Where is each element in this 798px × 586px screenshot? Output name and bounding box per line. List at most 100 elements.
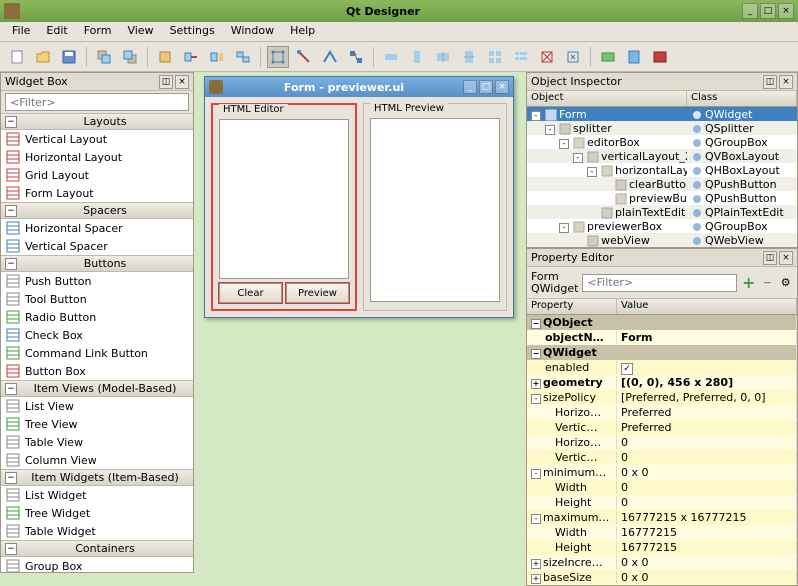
property-value[interactable]: Form [621, 331, 653, 344]
collapse-icon[interactable]: − [5, 116, 17, 128]
edit-tab-order-icon[interactable] [232, 46, 254, 68]
dock-icon[interactable]: ◫ [763, 75, 777, 89]
widget-box-filter[interactable] [5, 93, 189, 111]
widget-group-header[interactable]: −Buttons [1, 255, 193, 272]
property-row[interactable]: Horizo…Preferred [527, 405, 797, 420]
inspector-tree[interactable]: -FormQWidget-splitterQSplitter-editorBox… [527, 107, 797, 247]
widget-item[interactable]: Command Link Button [1, 344, 193, 362]
widget-item[interactable]: Tool Button [1, 290, 193, 308]
property-value[interactable]: 16777215 x 16777215 [621, 511, 746, 524]
resource-icon[interactable] [597, 46, 619, 68]
expand-icon[interactable]: + [531, 379, 541, 389]
web-view[interactable] [370, 118, 500, 302]
break-layout-icon[interactable] [536, 46, 558, 68]
property-value[interactable]: 0 x 0 [621, 556, 649, 569]
collapse-icon[interactable]: − [5, 383, 17, 395]
widget-item[interactable]: Tree Widget [1, 504, 193, 522]
widget-group-header[interactable]: −Item Views (Model-Based) [1, 380, 193, 397]
inspector-row[interactable]: -splitterQSplitter [527, 121, 797, 135]
menu-form[interactable]: Form [76, 22, 120, 41]
new-icon[interactable] [6, 46, 28, 68]
widget-item[interactable]: Horizontal Spacer [1, 219, 193, 237]
property-value[interactable]: [(0, 0), 456 x 280] [621, 376, 733, 389]
property-value[interactable]: Preferred [621, 421, 672, 434]
preview-button[interactable]: Preview [286, 283, 349, 303]
inspector-row[interactable]: plainTextEditQPlainTextEdit [527, 205, 797, 219]
widget-item[interactable]: Form Layout [1, 184, 193, 202]
property-value[interactable]: 16777215 [621, 526, 677, 539]
property-row[interactable]: +baseSize0 x 0 [527, 570, 797, 585]
property-table[interactable]: −QObjectobjectN…Form−QWidgetenabled✓+geo… [527, 315, 797, 585]
inspector-col-object[interactable]: Object [527, 91, 687, 106]
send-back-icon[interactable] [93, 46, 115, 68]
property-row[interactable]: objectN…Form [527, 330, 797, 345]
expand-icon[interactable]: - [531, 469, 541, 479]
widget-item[interactable]: List View [1, 397, 193, 415]
property-row[interactable]: -maximum…16777215 x 16777215 [527, 510, 797, 525]
widget-group-header[interactable]: −Layouts [1, 113, 193, 130]
expand-icon[interactable]: - [587, 167, 597, 177]
layout-v-icon[interactable] [406, 46, 428, 68]
property-row[interactable]: -minimum…0 x 0 [527, 465, 797, 480]
edit-mode-icon[interactable] [267, 46, 289, 68]
widget-group-header[interactable]: −Spacers [1, 202, 193, 219]
collapse-icon[interactable]: − [5, 543, 17, 555]
collapse-icon[interactable]: − [5, 472, 17, 484]
edit-widgets-icon[interactable] [154, 46, 176, 68]
property-row[interactable]: −QWidget [527, 345, 797, 360]
form-titlebar[interactable]: Form - previewer.ui _ □ × [205, 77, 513, 97]
property-row[interactable]: +sizeIncre…0 x 0 [527, 555, 797, 570]
inspector-row[interactable]: previewButtonQPushButton [527, 191, 797, 205]
menu-edit[interactable]: Edit [38, 22, 75, 41]
property-col-name[interactable]: Property [527, 299, 617, 314]
property-value[interactable]: 0 x 0 [621, 466, 649, 479]
layout-grid-icon[interactable] [484, 46, 506, 68]
dock-icon[interactable]: ◫ [763, 251, 777, 265]
property-row[interactable]: Height16777215 [527, 540, 797, 555]
buddy-mode-icon[interactable] [319, 46, 341, 68]
widget-item[interactable]: Horizontal Layout [1, 148, 193, 166]
property-row[interactable]: Vertic…Preferred [527, 420, 797, 435]
edit-buddies-icon[interactable] [206, 46, 228, 68]
inspector-row[interactable]: -previewerBoxQGroupBox [527, 219, 797, 233]
expand-icon[interactable]: - [559, 223, 569, 233]
property-row[interactable]: Height0 [527, 495, 797, 510]
collapse-icon[interactable]: − [5, 205, 17, 217]
expand-icon[interactable]: - [531, 111, 541, 121]
design-area[interactable]: Form - previewer.ui _ □ × HTML Editor Cl… [194, 72, 526, 573]
collapse-icon[interactable]: − [531, 319, 541, 329]
adjust-size-icon[interactable] [562, 46, 584, 68]
layout-hsplit-icon[interactable] [432, 46, 454, 68]
property-value[interactable]: 0 [621, 481, 628, 494]
add-property-icon[interactable]: + [741, 274, 756, 292]
checkbox-icon[interactable]: ✓ [621, 363, 633, 375]
edit-signals-icon[interactable] [180, 46, 202, 68]
widget-group-header[interactable]: −Item Widgets (Item-Based) [1, 469, 193, 486]
menu-view[interactable]: View [119, 22, 161, 41]
remove-property-icon[interactable]: − [760, 274, 775, 292]
signal-mode-icon[interactable] [293, 46, 315, 68]
property-row[interactable]: −QObject [527, 315, 797, 330]
widget-item[interactable]: Group Box [1, 557, 193, 572]
property-row[interactable]: +geometry[(0, 0), 456 x 280] [527, 375, 797, 390]
close-icon[interactable]: × [175, 75, 189, 89]
property-value[interactable]: Preferred [621, 406, 672, 419]
property-value[interactable]: [Preferred, Preferred, 0, 0] [621, 391, 766, 404]
property-value[interactable]: 0 [621, 451, 628, 464]
property-value[interactable]: 0 [621, 496, 628, 509]
action-icon[interactable] [623, 46, 645, 68]
close-icon[interactable]: × [779, 251, 793, 265]
property-row[interactable]: Horizo…0 [527, 435, 797, 450]
bring-front-icon[interactable] [119, 46, 141, 68]
widget-group-header[interactable]: −Containers [1, 540, 193, 557]
inspector-row[interactable]: clearButtonQPushButton [527, 177, 797, 191]
plain-text-edit[interactable] [219, 119, 349, 279]
widget-item[interactable]: Table View [1, 433, 193, 451]
menu-file[interactable]: File [4, 22, 38, 41]
widget-item[interactable]: Push Button [1, 272, 193, 290]
minimize-button[interactable]: _ [742, 3, 758, 19]
inspector-row[interactable]: -FormQWidget [527, 107, 797, 121]
widget-item[interactable]: Button Box [1, 362, 193, 380]
property-value[interactable]: ✓ [621, 361, 633, 374]
property-row[interactable]: Width16777215 [527, 525, 797, 540]
